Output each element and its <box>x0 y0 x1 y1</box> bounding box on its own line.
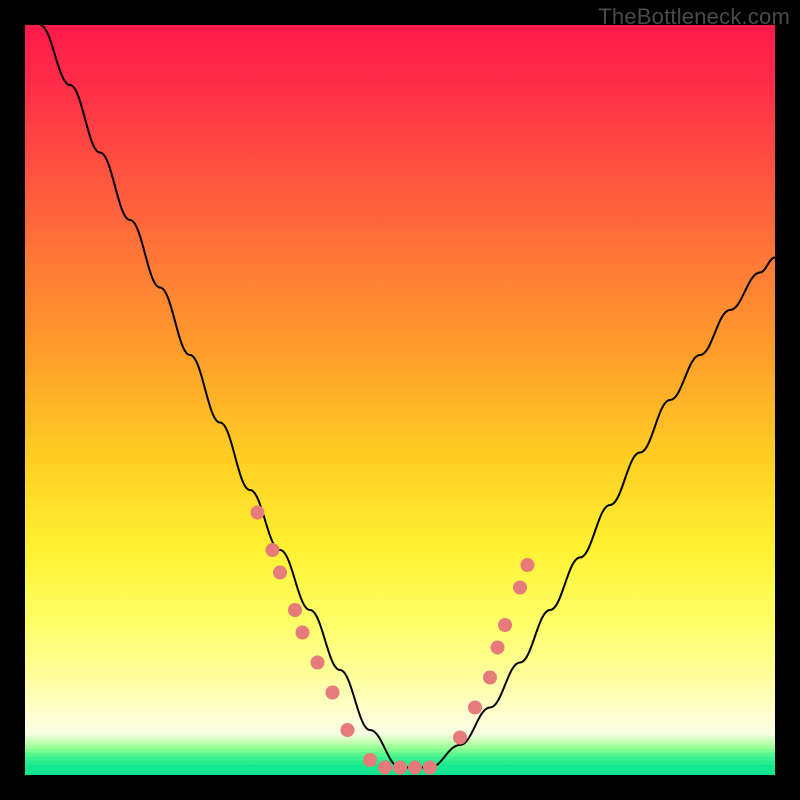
bottleneck-curve <box>40 25 775 768</box>
data-marker <box>378 761 392 775</box>
data-marker <box>266 543 280 557</box>
curve-layer <box>25 25 775 775</box>
watermark-text: TheBottleneck.com <box>598 4 790 30</box>
data-marker <box>408 761 422 775</box>
data-marker <box>423 761 437 775</box>
data-marker <box>491 641 505 655</box>
data-marker <box>513 581 527 595</box>
outer-frame: TheBottleneck.com <box>0 0 800 800</box>
data-marker <box>363 753 377 767</box>
data-marker <box>521 558 535 572</box>
data-marker <box>251 506 265 520</box>
data-marker <box>341 723 355 737</box>
data-marker <box>288 603 302 617</box>
data-marker <box>483 671 497 685</box>
data-marker <box>311 656 325 670</box>
data-marker <box>296 626 310 640</box>
data-marker <box>273 566 287 580</box>
data-marker <box>326 686 340 700</box>
marker-group <box>251 506 535 775</box>
data-marker <box>498 618 512 632</box>
data-marker <box>453 731 467 745</box>
data-marker <box>393 761 407 775</box>
data-marker <box>468 701 482 715</box>
plot-area <box>25 25 775 775</box>
